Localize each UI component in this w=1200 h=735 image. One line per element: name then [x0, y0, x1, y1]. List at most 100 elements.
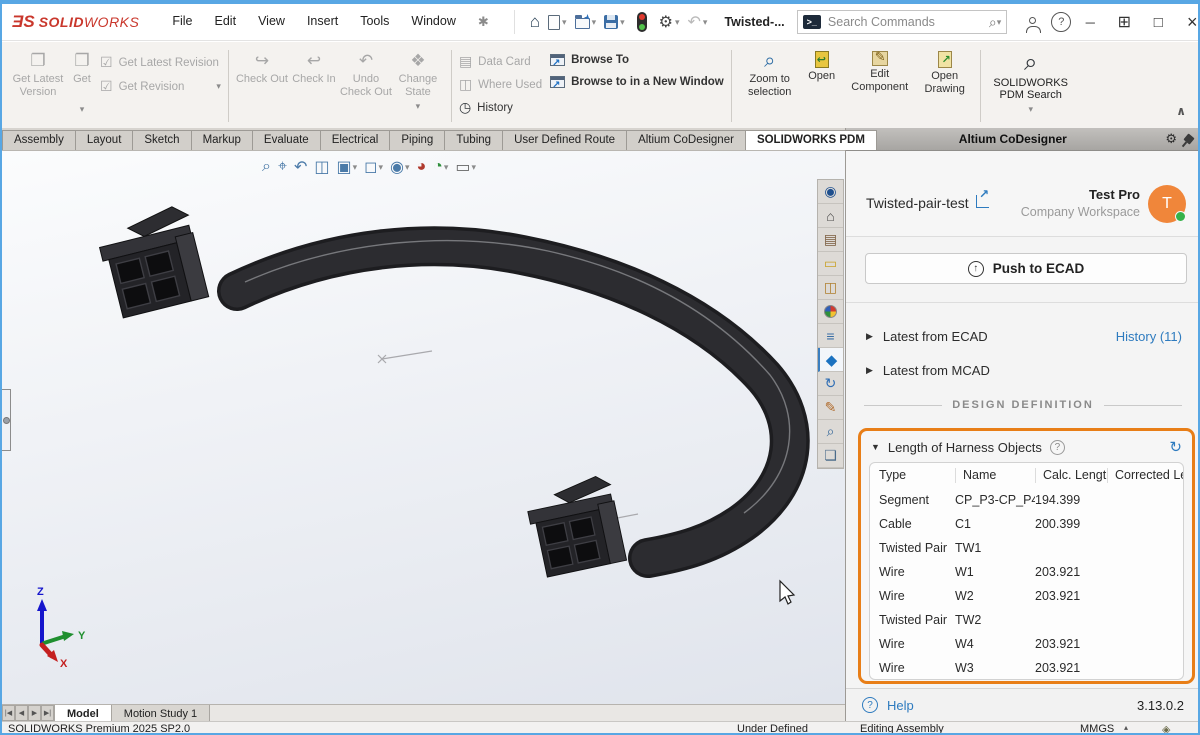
- tab-evaluate[interactable]: Evaluate: [252, 130, 321, 150]
- where-used-button[interactable]: ◫Where Used: [459, 76, 542, 93]
- tab-model[interactable]: Model: [54, 705, 112, 721]
- zoom-to-selection-button[interactable]: ⌕Zoom to selection: [739, 48, 801, 98]
- tab-electrical[interactable]: Electrical: [320, 130, 391, 150]
- view-orientation-caret-icon[interactable]: ▾: [353, 162, 358, 173]
- undo-button[interactable]: ↶▾: [685, 10, 711, 34]
- column-type[interactable]: Type: [879, 468, 955, 483]
- ribbon-collapse-button[interactable]: ∧: [1176, 104, 1186, 118]
- property-editor-icon[interactable]: ✎: [818, 396, 843, 420]
- open-drawing-button[interactable]: Open Drawing: [917, 48, 973, 95]
- units-selector[interactable]: MMGS: [1080, 723, 1114, 735]
- history-button[interactable]: ◷History: [459, 99, 542, 116]
- apply-scene-button[interactable]: ◔▾: [431, 157, 450, 177]
- tab-piping[interactable]: Piping: [389, 130, 445, 150]
- new-caret-icon[interactable]: ▾: [562, 17, 567, 28]
- display-style-caret-icon[interactable]: ▾: [378, 162, 383, 173]
- options-button[interactable]: ⚙▾: [656, 10, 683, 34]
- table-row[interactable]: Twisted PairTW1: [870, 536, 1183, 560]
- tab-solidworks-pdm[interactable]: SOLIDWORKS PDM: [745, 130, 877, 150]
- menu-pin-icon[interactable]: ✱: [467, 9, 500, 35]
- get-caret-icon[interactable]: ▾: [80, 104, 85, 115]
- traffic-light-button[interactable]: [630, 10, 654, 34]
- get-button[interactable]: ❐ Get ▾: [64, 48, 100, 115]
- menu-insert[interactable]: Insert: [296, 9, 349, 35]
- view-settings-caret-icon[interactable]: ▾: [471, 162, 476, 173]
- history-link[interactable]: History (11): [1116, 329, 1182, 344]
- table-row[interactable]: WireW2203.921: [870, 584, 1183, 608]
- inspection-icon[interactable]: ⌕: [818, 420, 843, 444]
- open-caret-icon[interactable]: ▾: [592, 17, 597, 28]
- tag-icon[interactable]: ◈: [1162, 723, 1170, 735]
- tab-nav-prev[interactable]: ◀: [15, 705, 28, 721]
- edit-appearance-button[interactable]: ◕: [414, 157, 428, 177]
- refresh-icon[interactable]: ↻: [1169, 438, 1182, 456]
- get-latest-version-button[interactable]: ❐ Get Latest Version: [12, 48, 64, 98]
- featuremanager-flyout-handle[interactable]: [2, 389, 11, 451]
- column-calc-length[interactable]: Calc. Length: [1035, 468, 1107, 483]
- comments-icon[interactable]: ❏: [818, 444, 843, 468]
- view-palette-icon[interactable]: ◫: [818, 276, 843, 300]
- check-out-button[interactable]: ↪Check Out: [236, 48, 288, 86]
- menu-view[interactable]: View: [247, 9, 296, 35]
- hide-show-items-button[interactable]: ◉▾: [388, 156, 412, 178]
- change-state-button[interactable]: ❖Change State▾: [392, 48, 444, 112]
- table-row[interactable]: CableC1200.399: [870, 512, 1183, 536]
- menu-window[interactable]: Window: [400, 9, 466, 35]
- undo-check-out-button[interactable]: ↶Undo Check Out: [340, 48, 392, 98]
- ecad-expander-icon[interactable]: ▶: [866, 331, 873, 342]
- menu-tools[interactable]: Tools: [349, 9, 400, 35]
- menu-edit[interactable]: Edit: [204, 9, 248, 35]
- get-latest-revision-button[interactable]: ☑Get Latest Revision: [100, 54, 221, 71]
- panel-pin-icon[interactable]: [1183, 133, 1194, 144]
- pdm-search-caret-icon[interactable]: ▾: [1028, 104, 1033, 115]
- tab-assembly[interactable]: Assembly: [2, 130, 76, 150]
- external-link-icon[interactable]: [976, 195, 989, 208]
- home-button[interactable]: ⌂: [527, 10, 543, 34]
- tab-nav-next[interactable]: ▶: [28, 705, 41, 721]
- column-corrected-length[interactable]: Corrected Length: [1107, 468, 1183, 483]
- help-link[interactable]: Help: [887, 698, 914, 713]
- mcad-expander-icon[interactable]: ▶: [866, 365, 873, 376]
- search-icon[interactable]: ⌕: [989, 14, 997, 31]
- tab-motion-study[interactable]: Motion Study 1: [112, 705, 210, 721]
- tab-layout[interactable]: Layout: [75, 130, 134, 150]
- options-caret-icon[interactable]: ▾: [675, 17, 680, 28]
- table-row[interactable]: WireW4203.921: [870, 632, 1183, 656]
- units-caret-icon[interactable]: ▴: [1124, 723, 1128, 732]
- harness-expander-icon[interactable]: ▼: [871, 442, 880, 452]
- graphics-viewport[interactable]: Z Y X ⌕ ⌖ ↶ ◫ ▣▾ ◻▾ ◉▾ ◕ ◔▾ ▭▾ ◉ ⌂ ▤ ▭: [2, 151, 845, 704]
- harness-help-icon[interactable]: ?: [1050, 440, 1065, 455]
- apply-scene-caret-icon[interactable]: ▾: [444, 162, 449, 173]
- file-explorer-icon[interactable]: ▭: [818, 252, 843, 276]
- data-card-button[interactable]: ▤Data Card: [459, 53, 542, 70]
- pdm-search-button[interactable]: ⌕ SOLIDWORKS PDM Search ▾: [988, 48, 1074, 115]
- browse-to-button[interactable]: Browse To: [550, 54, 724, 66]
- undo-caret-icon[interactable]: ▾: [703, 17, 708, 28]
- save-caret-icon[interactable]: ▾: [620, 17, 625, 28]
- avatar[interactable]: T: [1148, 185, 1186, 223]
- harness-section-header[interactable]: ▼ Length of Harness Objects ? ↻: [861, 431, 1192, 461]
- tab-user-defined-route[interactable]: User Defined Route: [502, 130, 627, 150]
- change-state-caret-icon[interactable]: ▾: [416, 101, 421, 112]
- sync-icon[interactable]: ↻: [818, 372, 843, 396]
- table-row[interactable]: SegmentCP_P3-CP_P4194.399: [870, 488, 1183, 512]
- zoom-to-area-button[interactable]: ⌖: [276, 157, 289, 177]
- new-document-button[interactable]: ▾: [545, 13, 570, 32]
- section-view-button[interactable]: ◫: [312, 156, 331, 178]
- resources-home-icon[interactable]: ⌂: [818, 204, 843, 228]
- tab-tubing[interactable]: Tubing: [444, 130, 503, 150]
- open-component-button[interactable]: Open: [801, 48, 843, 83]
- view-settings-button[interactable]: ▭▾: [453, 156, 478, 178]
- help-circle-icon[interactable]: ?: [862, 697, 878, 713]
- menu-file[interactable]: File: [161, 9, 203, 35]
- tab-sketch[interactable]: Sketch: [132, 130, 191, 150]
- minimize-button[interactable]: ─: [1075, 9, 1105, 35]
- connector-2[interactable]: [524, 474, 627, 578]
- open-button[interactable]: ▾: [572, 13, 600, 31]
- cable-body[interactable]: [237, 246, 790, 558]
- table-row[interactable]: Twisted PairTW2: [870, 608, 1183, 632]
- close-button[interactable]: ×: [1177, 9, 1200, 35]
- tab-markup[interactable]: Markup: [191, 130, 253, 150]
- custom-properties-icon[interactable]: ≡: [818, 324, 843, 348]
- tab-nav-first[interactable]: |◀: [2, 705, 15, 721]
